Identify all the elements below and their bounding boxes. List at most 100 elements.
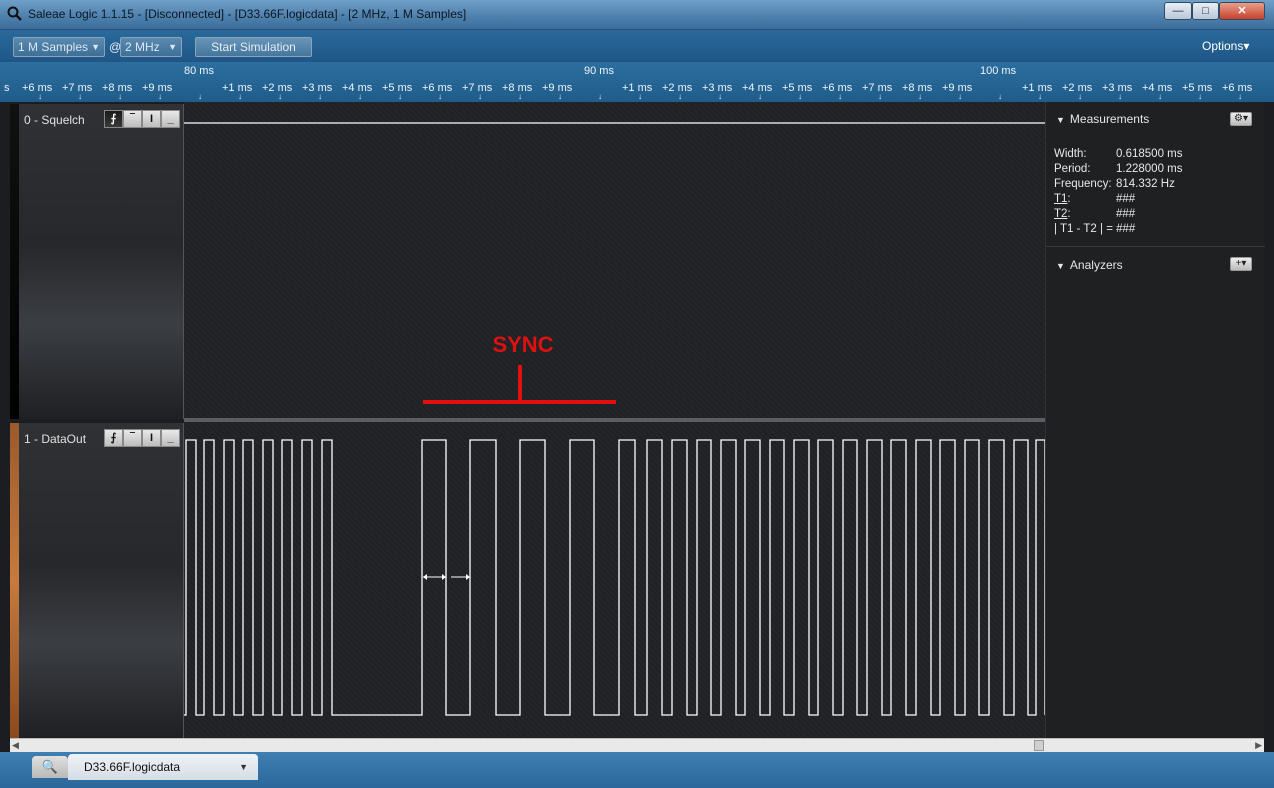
analyzers-title: Analyzers xyxy=(1069,258,1123,272)
measurement-value: ### xyxy=(1116,208,1136,220)
t2-link: T2 xyxy=(1054,208,1068,220)
add-analyzer-icon[interactable]: +▾ xyxy=(1230,257,1252,271)
search-icon[interactable]: 🔍 xyxy=(32,756,68,778)
tick-arrow-icon: ↓ xyxy=(878,92,882,101)
measurement-row[interactable]: T1: ### xyxy=(1054,193,1135,205)
tick-arrow-icon: ↓ xyxy=(278,92,282,101)
options-button[interactable]: Options▾ xyxy=(1202,39,1249,53)
window-title: Saleae Logic 1.1.15 - [Disconnected] - [… xyxy=(28,7,467,21)
tick-arrow-icon: ↓ xyxy=(1238,92,1242,101)
tick-arrow-icon: ↓ xyxy=(518,92,522,101)
measurement-key: Period: xyxy=(1054,163,1091,175)
tick-arrow-icon: ↓ xyxy=(398,92,402,101)
measurement-key: Width: xyxy=(1054,148,1087,160)
timeline-ruler[interactable]: 80 ms 90 ms 100 ms s +6 ms +7 ms +8 ms +9 ms… xyxy=(0,62,1274,102)
tick-arrow-icon: ↓ xyxy=(318,92,322,101)
maximize-button[interactable]: □ xyxy=(1192,2,1219,20)
trigger-buttons: ⨍ ‾ Ɩ _ xyxy=(104,110,181,128)
main-area: 0 - Squelch ⨍ ‾ Ɩ _ 1 - DataOut ⨍ ‾ Ɩ _ xyxy=(10,102,1265,738)
high-level-trigger-button[interactable]: ‾ xyxy=(123,110,142,128)
tick-arrow-icon: ↓ xyxy=(238,92,242,101)
channel-panel-dataout[interactable]: 1 - DataOut ⨍ ‾ Ɩ _ xyxy=(10,423,184,738)
tab-file[interactable]: D33.66F.logicdata ▼ xyxy=(68,754,258,780)
horizontal-scrollbar[interactable]: ◀ ▶ xyxy=(10,738,1264,752)
dataout-waveform xyxy=(184,439,1045,716)
tick-arrow-icon: ↓ xyxy=(958,92,962,101)
tick-arrow-icon: ↓ xyxy=(1038,92,1042,101)
chevron-down-icon[interactable]: ▼ xyxy=(239,754,248,780)
measurement-value: ### xyxy=(1116,223,1136,235)
measurement-row[interactable]: T2: ### xyxy=(1054,208,1135,220)
t1-link: T1 xyxy=(1054,193,1068,205)
tab-bar: 🔍 D33.66F.logicdata ▼ xyxy=(0,752,1274,788)
tick-arrow-icon: ↓ xyxy=(478,92,482,101)
low-level-trigger-button[interactable]: _ xyxy=(161,429,180,447)
tick-arrow-icon: ↓ xyxy=(38,92,42,101)
tick-arrow-icon: ↓ xyxy=(198,92,202,101)
scroll-left-icon[interactable]: ◀ xyxy=(12,740,19,751)
waveform-area[interactable]: SYNC xyxy=(184,102,1045,738)
tick-arrow-icon: ↓ xyxy=(838,92,842,101)
measurements-header[interactable]: ▼ Measurements xyxy=(1056,112,1149,126)
measurements-title: Measurements xyxy=(1069,112,1150,126)
tab-file-label: D33.66F.logicdata xyxy=(84,760,181,774)
sample-rate-select[interactable]: 2 MHz ▼ xyxy=(120,37,182,57)
tick-arrow-icon: ↓ xyxy=(1078,92,1082,101)
start-simulation-button[interactable]: Start Simulation xyxy=(195,37,312,57)
trigger-buttons: ⨍ ‾ Ɩ _ xyxy=(104,429,181,447)
tick-arrow-icon: ↓ xyxy=(1118,92,1122,101)
high-level-trigger-button[interactable]: ‾ xyxy=(123,429,142,447)
tick-arrow-icon: ↓ xyxy=(598,92,602,101)
major-tick-label: 90 ms xyxy=(584,65,614,77)
minor-tick-label: s xyxy=(4,82,10,94)
measurement-value: 0.618500 ms xyxy=(1116,148,1183,160)
scroll-right-icon[interactable]: ▶ xyxy=(1255,740,1262,751)
falling-edge-trigger-button[interactable]: Ɩ xyxy=(142,429,161,447)
channel-panel-squelch[interactable]: 0 - Squelch ⨍ ‾ Ɩ _ xyxy=(10,104,184,419)
measurement-value: 1.228000 ms xyxy=(1116,163,1183,175)
toolbar: 1 M Samples ▼ @ 2 MHz ▼ Start Simulation… xyxy=(0,30,1274,62)
falling-edge-trigger-button[interactable]: Ɩ xyxy=(142,110,161,128)
measurement-row: | T1 - T2 | = ### xyxy=(1054,223,1135,235)
measurement-value: ### xyxy=(1116,193,1136,205)
measurement-row: Width: 0.618500 ms xyxy=(1054,148,1183,160)
samples-value: 1 M Samples xyxy=(18,40,89,54)
minimize-button[interactable]: — xyxy=(1164,2,1192,20)
measurement-key: Frequency: xyxy=(1054,178,1112,190)
collapse-triangle-icon: ▼ xyxy=(1056,261,1065,271)
scroll-thumb[interactable] xyxy=(1034,740,1044,751)
major-tick-label: 100 ms xyxy=(980,65,1017,77)
waveform-canvas[interactable]: SYNC xyxy=(184,102,1045,738)
tick-arrow-icon: ↓ xyxy=(1158,92,1162,101)
tick-arrow-icon: ↓ xyxy=(358,92,362,101)
sync-label: SYNC xyxy=(492,332,553,357)
rising-edge-trigger-button[interactable]: ⨍ xyxy=(104,110,123,128)
channel-color-stripe xyxy=(10,423,19,738)
major-tick-label: 80 ms xyxy=(184,65,214,77)
tick-arrow-icon: ↓ xyxy=(678,92,682,101)
tick-arrow-icon: ↓ xyxy=(918,92,922,101)
tick-arrow-icon: ↓ xyxy=(438,92,442,101)
close-button[interactable]: ✕ xyxy=(1219,2,1265,20)
side-panel: ▼ Measurements ⚙▾ Width: 0.618500 ms Perio… xyxy=(1045,102,1265,738)
tick-arrow-icon: ↓ xyxy=(718,92,722,101)
measurement-row: Period: 1.228000 ms xyxy=(1054,163,1183,175)
channel-name: 0 - Squelch xyxy=(24,113,85,127)
tick-arrow-icon: ↓ xyxy=(158,92,162,101)
tick-arrow-icon: ↓ xyxy=(998,92,1002,101)
tick-arrow-icon: ↓ xyxy=(798,92,802,101)
samples-select[interactable]: 1 M Samples ▼ xyxy=(13,37,105,57)
rising-edge-trigger-button[interactable]: ⨍ xyxy=(104,429,123,447)
chevron-down-icon: ▼ xyxy=(91,42,100,52)
rate-value: 2 MHz xyxy=(125,40,160,54)
title-bar: Saleae Logic 1.1.15 - [Disconnected] - [… xyxy=(0,0,1274,30)
analyzers-header[interactable]: ▼ Analyzers xyxy=(1056,258,1123,272)
low-level-trigger-button[interactable]: _ xyxy=(161,110,180,128)
saleae-logo-icon xyxy=(7,6,22,21)
channel-name: 1 - DataOut xyxy=(24,432,87,446)
tick-arrow-icon: ↓ xyxy=(758,92,762,101)
panel-divider xyxy=(1046,246,1265,247)
tick-arrow-icon: ↓ xyxy=(1198,92,1202,101)
gear-icon[interactable]: ⚙▾ xyxy=(1230,112,1252,126)
chevron-down-icon: ▼ xyxy=(168,42,177,52)
